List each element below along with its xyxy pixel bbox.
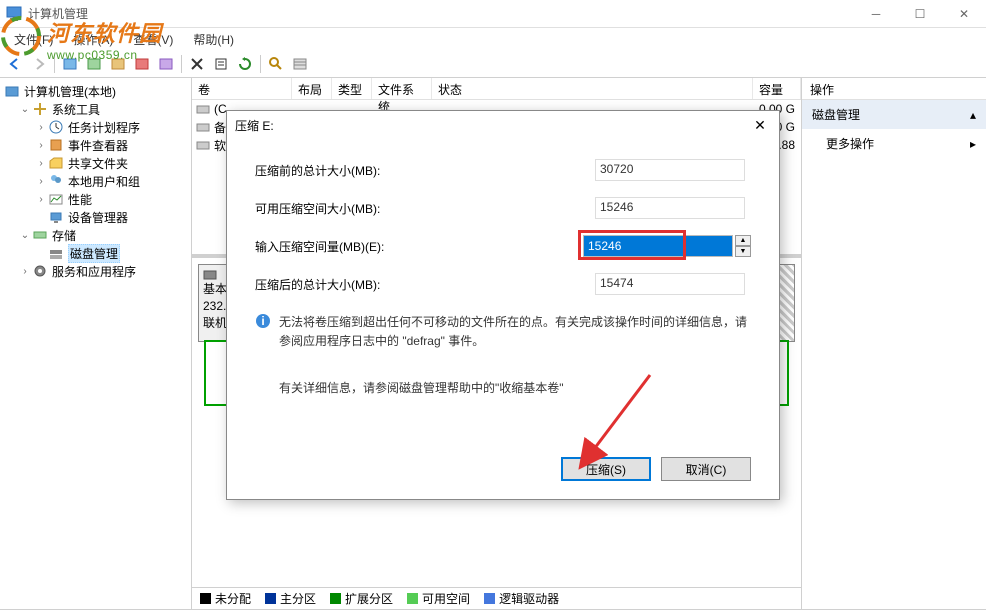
tree-root[interactable]: 计算机管理(本地) — [2, 82, 189, 100]
avail-label: 可用压缩空间大小(MB): — [255, 200, 595, 217]
avail-value: 15246 — [595, 197, 745, 219]
shrink-dialog: 压缩 E: ✕ 压缩前的总计大小(MB): 30720 可用压缩空间大小(MB)… — [226, 110, 780, 500]
actions-header: 操作 — [802, 78, 986, 100]
col-volume[interactable]: 卷 — [192, 78, 292, 99]
col-layout[interactable]: 布局 — [292, 78, 332, 99]
info-text-2: 有关详细信息，请参阅磁盘管理帮助中的"收缩基本卷" — [279, 379, 564, 398]
total-after-label: 压缩后的总计大小(MB): — [255, 276, 595, 293]
cancel-button[interactable]: 取消(C) — [661, 457, 751, 481]
menubar: 文件(F) 操作(A) 查看(V) 帮助(H) — [0, 28, 986, 50]
shrink-amount-input[interactable] — [583, 235, 733, 257]
action-more[interactable]: 更多操作▸ — [802, 129, 986, 158]
actions-panel: 操作 磁盘管理▴ 更多操作▸ — [802, 78, 986, 609]
tb-icon-1[interactable] — [59, 53, 81, 75]
legend: 未分配 主分区 扩展分区 可用空间 逻辑驱动器 — [192, 587, 801, 609]
col-fs[interactable]: 文件系统 — [372, 78, 432, 99]
shrink-button[interactable]: 压缩(S) — [561, 457, 651, 481]
info-text-1: 无法将卷压缩到超出任何不可移动的文件所在的点。有关完成该操作时间的详细信息，请参… — [279, 313, 751, 351]
menu-help[interactable]: 帮助(H) — [185, 29, 242, 50]
tree-disk-management[interactable]: 磁盘管理 — [2, 244, 189, 262]
maximize-button[interactable]: ☐ — [898, 0, 942, 28]
total-after-value: 15474 — [595, 273, 745, 295]
col-type[interactable]: 类型 — [332, 78, 372, 99]
tree-device-manager[interactable]: 设备管理器 — [2, 208, 189, 226]
tb-list-icon[interactable] — [289, 53, 311, 75]
minimize-button[interactable]: ─ — [854, 0, 898, 28]
tb-icon-4[interactable] — [131, 53, 153, 75]
tree-task-scheduler[interactable]: ›任务计划程序 — [2, 118, 189, 136]
tree-event-viewer[interactable]: ›事件查看器 — [2, 136, 189, 154]
tb-refresh-icon[interactable] — [234, 53, 256, 75]
forward-button[interactable] — [28, 53, 50, 75]
tree-panel: 计算机管理(本地) ⌄系统工具 ›任务计划程序 ›事件查看器 ›共享文件夹 ›本… — [0, 78, 192, 609]
tree-system-tools[interactable]: ⌄系统工具 — [2, 100, 189, 118]
window-title: 计算机管理 — [28, 5, 854, 22]
input-label: 输入压缩空间量(MB)(E): — [255, 238, 583, 255]
total-before-value: 30720 — [595, 159, 745, 181]
menu-file[interactable]: 文件(F) — [6, 29, 61, 50]
menu-view[interactable]: 查看(V) — [125, 29, 181, 50]
tb-search-icon[interactable] — [265, 53, 287, 75]
menu-action[interactable]: 操作(A) — [65, 29, 121, 50]
tb-delete-icon[interactable] — [186, 53, 208, 75]
titlebar: 计算机管理 ─ ☐ ✕ — [0, 0, 986, 28]
tree-performance[interactable]: ›性能 — [2, 190, 189, 208]
close-button[interactable]: ✕ — [942, 0, 986, 28]
tree-services-apps[interactable]: ›服务和应用程序 — [2, 262, 189, 280]
tree-shared-folders[interactable]: ›共享文件夹 — [2, 154, 189, 172]
svg-text:i: i — [261, 314, 264, 328]
col-status[interactable]: 状态 — [432, 78, 753, 99]
dialog-title: 压缩 E: — [235, 117, 749, 134]
back-button[interactable] — [4, 53, 26, 75]
spin-up-button[interactable]: ▲ — [735, 235, 751, 246]
spin-down-button[interactable]: ▼ — [735, 246, 751, 257]
tb-icon-3[interactable] — [107, 53, 129, 75]
tb-icon-5[interactable] — [155, 53, 177, 75]
col-capacity[interactable]: 容量 — [753, 78, 801, 99]
info-icon: i — [255, 313, 271, 351]
tb-properties-icon[interactable] — [210, 53, 232, 75]
total-before-label: 压缩前的总计大小(MB): — [255, 162, 595, 179]
tree-storage[interactable]: ⌄存储 — [2, 226, 189, 244]
tree-local-users[interactable]: ›本地用户和组 — [2, 172, 189, 190]
dialog-close-button[interactable]: ✕ — [749, 114, 771, 136]
app-icon — [6, 6, 22, 22]
collapse-icon: ▴ — [970, 108, 976, 122]
toolbar — [0, 50, 986, 78]
action-disk-mgmt[interactable]: 磁盘管理▴ — [802, 100, 986, 129]
expand-icon: ▸ — [970, 137, 976, 151]
tb-icon-2[interactable] — [83, 53, 105, 75]
